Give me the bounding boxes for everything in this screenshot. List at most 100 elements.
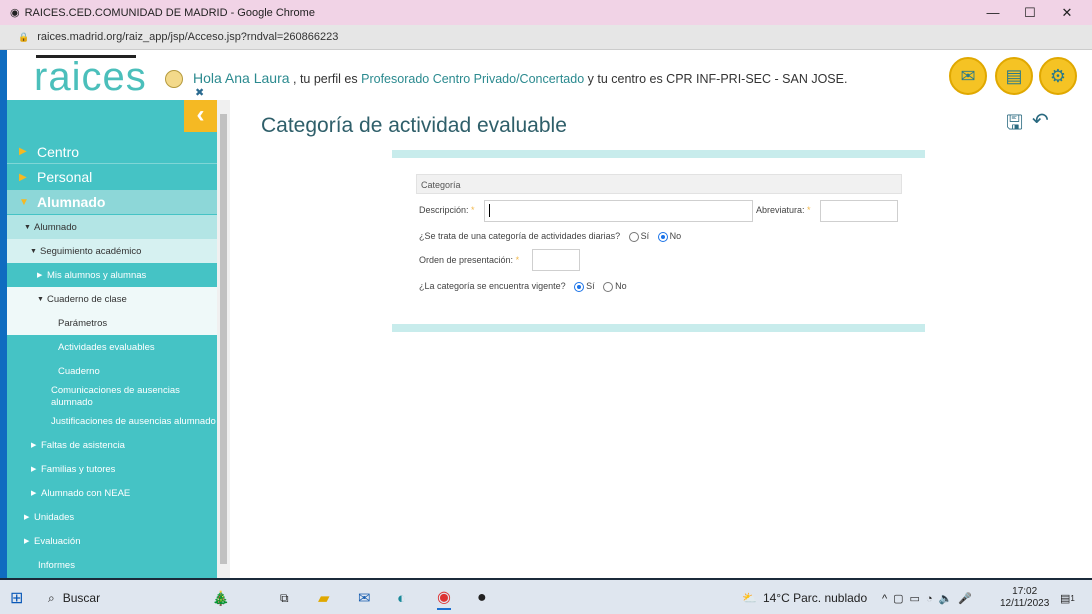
window-titlebar: ◉ RAICES.CED.COMUNIDAD DE MADRID - Googl… [0, 0, 1092, 25]
main-content: Categoría de actividad evaluable 🖫 ↶ Cat… [230, 100, 1092, 578]
caret-right-icon: ▶ [31, 490, 37, 497]
vigente-question: ¿La categoría se encuentra vigente? Sí N… [419, 281, 627, 292]
taskbar-search[interactable]: ⌕ Buscar [48, 586, 100, 610]
menu-comunicaciones[interactable]: Comunicaciones de ausencias alumnado [7, 383, 187, 411]
menu-label: Alumnado [37, 194, 106, 210]
clock[interactable]: 17:02 12/11/2023 [1000, 586, 1049, 610]
file-explorer-icon[interactable]: ▰ [318, 586, 330, 610]
menu-label: Comunicaciones de ausencias alumnado [51, 385, 180, 408]
caret-right-icon: ▶ [31, 466, 37, 473]
menu-informes[interactable]: Informes [7, 553, 217, 577]
caret-right-icon: ▶ [31, 442, 37, 449]
caret-right-icon: ▶ [37, 272, 43, 279]
label-text: Descripción: [419, 205, 469, 215]
menu-mis-alumnos[interactable]: ▶ Mis alumnos y alumnas [7, 263, 217, 287]
menu-personal[interactable]: ▶ Personal [7, 165, 217, 189]
vigente-no-radio[interactable] [603, 281, 614, 292]
search-icon: ⌕ [48, 590, 55, 605]
system-tray-icons[interactable]: ^▢▭◔🔈🎤 [882, 586, 978, 610]
news-widget-icon[interactable]: 🎄 [212, 586, 229, 610]
sidebar-menu: ‹ ▶ Centro ▶ Personal ▼ Alumnado ▼ Alumnado … [7, 100, 217, 578]
maximize-button[interactable]: ☐ [1012, 0, 1048, 25]
required-marker: * [807, 205, 811, 215]
greeting: Hola Ana Laura , tu perfil es Profesorad… [193, 70, 847, 86]
user-avatar-icon [165, 70, 183, 88]
greeting-text: , tu perfil es [293, 72, 358, 86]
menu-label: Cuaderno [58, 365, 100, 377]
menu-alumnado-sub[interactable]: ▼ Alumnado [7, 215, 217, 239]
collapse-sidebar-button[interactable]: ‹ [184, 100, 217, 132]
caret-down-icon: ▼ [24, 223, 31, 231]
sidebar-scrollbar[interactable] [217, 100, 230, 578]
menu-label: Mis alumnos y alumnas [47, 269, 147, 281]
user-name: Hola Ana Laura [193, 70, 290, 86]
caret-right-icon: ▶ [24, 514, 30, 521]
settings-gear-icon[interactable]: ⚙ [1039, 57, 1077, 95]
menu-faltas[interactable]: ▶ Faltas de asistencia [7, 433, 217, 457]
back-icon[interactable]: ↶ [1032, 108, 1049, 133]
required-marker: * [471, 205, 475, 215]
address-bar[interactable]: 🔒 raices.madrid.org/raiz_app/jsp/Acceso.… [0, 25, 1092, 50]
page-title: Categoría de actividad evaluable [261, 114, 567, 137]
menu-seguimiento[interactable]: ▼ Seguimiento académico [7, 239, 217, 263]
diarias-si-radio[interactable] [628, 231, 639, 242]
close-button[interactable]: ✕ [1049, 0, 1085, 25]
descripcion-input[interactable] [484, 200, 753, 222]
save-icon[interactable]: 🖫 [1006, 108, 1023, 142]
label-text: ¿La categoría se encuentra vigente? [419, 281, 566, 291]
menu-label: Actividades evaluables [58, 341, 155, 353]
diarias-question: ¿Se trata de una categoría de actividade… [419, 231, 681, 242]
scrollbar-thumb[interactable] [220, 114, 227, 564]
profile-link[interactable]: Profesorado Centro Privado/Concertado [361, 72, 584, 86]
abreviatura-input[interactable] [820, 200, 898, 222]
orden-input[interactable] [532, 249, 580, 271]
weather-text: 14°C Parc. nublado [762, 591, 868, 605]
divider-top [392, 150, 925, 158]
raices-logo[interactable]: raices [34, 55, 147, 97]
menu-cuaderno-clase[interactable]: ▼ Cuaderno de clase [7, 287, 217, 311]
window-edge [0, 50, 7, 578]
center-text: y tu centro es CPR INF-PRI-SEC - SAN JOS… [587, 72, 848, 86]
caret-right-icon: ▶ [19, 171, 27, 183]
caret-right-icon: ▶ [24, 538, 30, 545]
page-header: raices Hola Ana Laura , tu perfil es Pro… [7, 50, 1092, 100]
mail-icon[interactable]: ✉ [949, 57, 987, 95]
abreviatura-label: Abreviatura: * [756, 205, 811, 215]
menu-cuaderno[interactable]: Cuaderno [7, 359, 217, 383]
window-title: RAICES.CED.COMUNIDAD DE MADRID - Google … [24, 6, 315, 19]
app-icon[interactable]: ● [477, 586, 487, 610]
radio-label: No [669, 231, 682, 241]
windows-start-icon[interactable]: ⊞ [10, 586, 23, 610]
menu-neae[interactable]: ▶ Alumnado con NEAE [7, 481, 217, 505]
vigente-si-radio[interactable] [574, 281, 585, 292]
menu-centro[interactable]: ▶ Centro [7, 140, 217, 164]
diarias-no-radio[interactable] [657, 231, 668, 242]
caret-down-icon: ▼ [19, 196, 29, 208]
menu-label: Evaluación [34, 535, 81, 547]
notifications-icon[interactable]: ▤ 1 [1060, 586, 1075, 610]
search-label: Buscar [62, 591, 101, 605]
radio-label: Sí [586, 281, 595, 291]
menu-alumnado[interactable]: ▼ Alumnado [7, 190, 217, 214]
menu-familias[interactable]: ▶ Familias y tutores [7, 457, 217, 481]
menu-parametros[interactable]: Parámetros [7, 311, 217, 335]
mail-app-icon[interactable]: ✉ [358, 586, 371, 610]
menu-actividades-evaluables[interactable]: Actividades evaluables [7, 335, 217, 359]
task-view-icon[interactable]: ⧉ [280, 586, 289, 610]
close-x-icon[interactable]: ✖ [195, 86, 204, 99]
menu-unidades[interactable]: ▶ Unidades [7, 505, 217, 529]
orden-label: Orden de presentación: * [419, 255, 519, 265]
weather-widget[interactable]: ⛅ 14°C Parc. nublado [742, 586, 867, 610]
menu-label: Alumnado con NEAE [41, 487, 131, 499]
minimize-button[interactable]: — [975, 0, 1011, 25]
radio-label: Sí [640, 231, 650, 241]
edge-icon[interactable]: ◐ [397, 586, 406, 610]
chrome-taskbar-icon[interactable]: ◉ [437, 586, 451, 610]
menu-justificaciones[interactable]: Justificaciones de ausencias alumnado [7, 409, 217, 433]
menu-label: Faltas de asistencia [41, 439, 125, 451]
menu-label: Cuaderno de clase [47, 293, 127, 305]
taskbar: ⊞ ⌕ Buscar 🎄 ⧉ ▰ ✉ ◐ ◉ ● ⛅ 14°C Parc. nubl… [0, 578, 1092, 614]
menu-evaluacion[interactable]: ▶ Evaluación [7, 529, 217, 553]
documents-icon[interactable]: ▤ [995, 57, 1033, 95]
chrome-icon: ◉ [10, 7, 20, 19]
